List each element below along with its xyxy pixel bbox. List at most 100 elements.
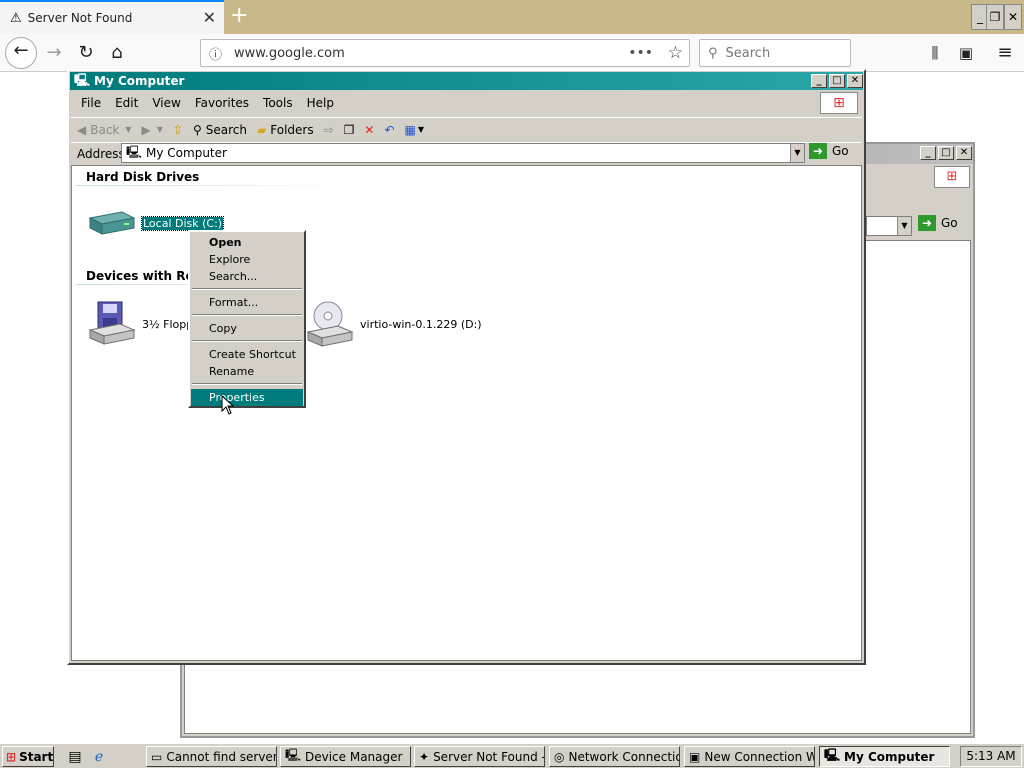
page-actions-icon[interactable]: ••• [628, 45, 653, 61]
menu-item-open[interactable]: Open [191, 234, 303, 251]
drive-label-local-disk: Local Disk (C:) [140, 215, 225, 231]
info-icon[interactable]: ⓘ [209, 44, 222, 63]
forward-button[interactable]: ▶ ▼ [142, 123, 163, 137]
library-icon[interactable]: ⫼ [921, 40, 949, 66]
folders-icon: ▰ [257, 122, 267, 137]
group-heading-hard-disks: Hard Disk Drives [86, 170, 200, 184]
menu-file[interactable]: File [81, 96, 101, 110]
menu-icon[interactable]: ≡ [991, 40, 1019, 66]
menu-help[interactable]: Help [307, 96, 334, 110]
cd-drive-icon [306, 301, 354, 347]
menu-favorites[interactable]: Favorites [195, 96, 249, 110]
new-tab-button[interactable]: + [230, 3, 248, 28]
menu-item-properties[interactable]: Properties [191, 389, 303, 406]
restore-button[interactable]: ❐ [986, 4, 1004, 30]
tab-title: Server Not Found [27, 11, 133, 25]
reload-button[interactable]: ↻ [72, 40, 100, 66]
folders-button[interactable]: ▰ Folders [257, 123, 314, 137]
back-button[interactable]: ← [5, 37, 37, 69]
move-to-icon: ⇨ [323, 122, 334, 137]
copy-to-button[interactable]: ❐ [344, 123, 355, 137]
bg-close-button[interactable]: ✕ [956, 146, 972, 160]
delete-button[interactable]: ✕ [364, 123, 374, 137]
copy-to-icon: ❐ [343, 122, 355, 137]
internet-explorer-icon[interactable]: ℯ [90, 748, 108, 766]
wizard-icon: ▣ [689, 749, 701, 764]
undo-button[interactable]: ↶ [384, 123, 394, 137]
go-arrow-icon: ➜ [809, 143, 827, 159]
back-label: Back [90, 122, 120, 137]
search-button[interactable]: ⚲ Search [193, 123, 247, 137]
menu-item-explore[interactable]: Explore [191, 251, 303, 268]
context-menu: Open Explore Search... Format... Copy Cr… [188, 230, 306, 408]
menu-separator [192, 314, 302, 316]
undo-icon: ↶ [384, 122, 395, 137]
taskbar-item-my-computer[interactable]: 🖳 My Computer [819, 746, 950, 767]
drive-label-cdrom: virtio-win-0.1.229 (D:) [360, 317, 482, 331]
mouse-cursor-icon [221, 395, 235, 415]
address-field[interactable]: 🖳 My Computer ▼ [121, 143, 805, 163]
bg-address-dropdown[interactable]: ▼ [897, 217, 911, 235]
drive-cdrom[interactable]: virtio-win-0.1.229 (D:) [306, 300, 482, 348]
menu-separator [192, 340, 302, 342]
home-button[interactable]: ⌂ [103, 40, 131, 66]
views-button[interactable]: ▦ ▼ [405, 123, 425, 137]
address-label: Address [77, 146, 125, 161]
minimize-button[interactable]: _ [811, 74, 827, 88]
move-to-button[interactable]: ⇨ [324, 123, 334, 137]
system-tray-clock[interactable]: 5:13 AM [960, 746, 1022, 767]
floppy-drive-icon [88, 301, 136, 345]
device-manager-icon: 🖳 [285, 748, 302, 762]
up-button[interactable]: ⇧ [173, 123, 183, 137]
bg-maximize-button[interactable]: □ [938, 146, 954, 160]
forward-arrow-icon: ▶ [141, 122, 151, 137]
taskbar-item-network-connections[interactable]: ◎ Network Connections [549, 746, 680, 767]
menu-item-format[interactable]: Format... [191, 294, 303, 311]
close-button[interactable]: ✕ [847, 74, 863, 88]
go-button[interactable]: ➜ Go [809, 143, 849, 159]
go-arrow-icon: ➜ [918, 215, 936, 231]
address-value: My Computer [146, 146, 227, 160]
taskbar-item-server-not-found[interactable]: ✦ Server Not Found - ... [414, 746, 545, 767]
address-dropdown[interactable]: ▼ [790, 144, 804, 162]
bg-go-label: Go [941, 216, 958, 230]
close-tab-icon[interactable]: ✕ [203, 8, 216, 27]
start-button[interactable]: ⊞ Start [2, 746, 54, 767]
task-label: New Connection Wi... [704, 749, 814, 764]
close-window-button[interactable]: ✕ [1004, 4, 1022, 30]
sidebar-icon[interactable]: ▣ [952, 40, 980, 66]
taskbar-item-cannot-find-server[interactable]: ▭ Cannot find server -... [146, 746, 277, 767]
dropdown-arrow-icon[interactable]: ▼ [418, 125, 424, 134]
taskbar-item-new-connection-wizard[interactable]: ▣ New Connection Wi... [684, 746, 815, 767]
bg-go-button[interactable]: ➜ Go [918, 215, 958, 231]
menu-view[interactable]: View [152, 96, 180, 110]
maximize-button[interactable]: □ [829, 74, 845, 88]
menu-item-rename[interactable]: Rename [191, 363, 303, 380]
task-label: Device Manager [305, 749, 403, 764]
menu-item-copy[interactable]: Copy [191, 320, 303, 337]
toolbar: ◀ Back ▼ ▶ ▼ ⇧ ⚲ Search ▰ Folders ⇨ ❐ ✕ … [71, 117, 862, 141]
dropdown-arrow-icon[interactable]: ▼ [125, 125, 131, 134]
search-box[interactable]: ⚲ Search [699, 39, 851, 67]
views-icon: ▦ [404, 122, 416, 137]
bg-minimize-button[interactable]: _ [920, 146, 936, 160]
search-placeholder: Search [725, 45, 771, 61]
window-titlebar[interactable]: 🖳 My Computer _ □ ✕ [70, 72, 863, 90]
menu-edit[interactable]: Edit [115, 96, 138, 110]
dropdown-arrow-icon[interactable]: ▼ [157, 125, 163, 134]
drive-floppy[interactable]: 3½ Floppy [88, 300, 200, 348]
back-button[interactable]: ◀ Back ▼ [77, 123, 132, 137]
url-bar[interactable]: ⓘ www.google.com ••• ☆ [200, 39, 690, 67]
menu-separator [192, 288, 302, 290]
bg-address-field[interactable]: ▼ [866, 216, 912, 236]
show-desktop-icon[interactable]: ▤ [66, 748, 84, 766]
go-label: Go [832, 144, 849, 158]
menu-item-search[interactable]: Search... [191, 268, 303, 285]
my-computer-window[interactable]: 🖳 My Computer _ □ ✕ File Edit View Favor… [67, 69, 866, 665]
forward-button[interactable]: → [40, 40, 68, 66]
menu-item-create-shortcut[interactable]: Create Shortcut [191, 346, 303, 363]
menu-tools[interactable]: Tools [263, 96, 293, 110]
taskbar-item-device-manager[interactable]: 🖳 Device Manager [280, 746, 411, 767]
browser-tab[interactable]: ⚠ Server Not Found ✕ [0, 0, 224, 34]
bookmark-star-icon[interactable]: ☆ [668, 43, 683, 63]
